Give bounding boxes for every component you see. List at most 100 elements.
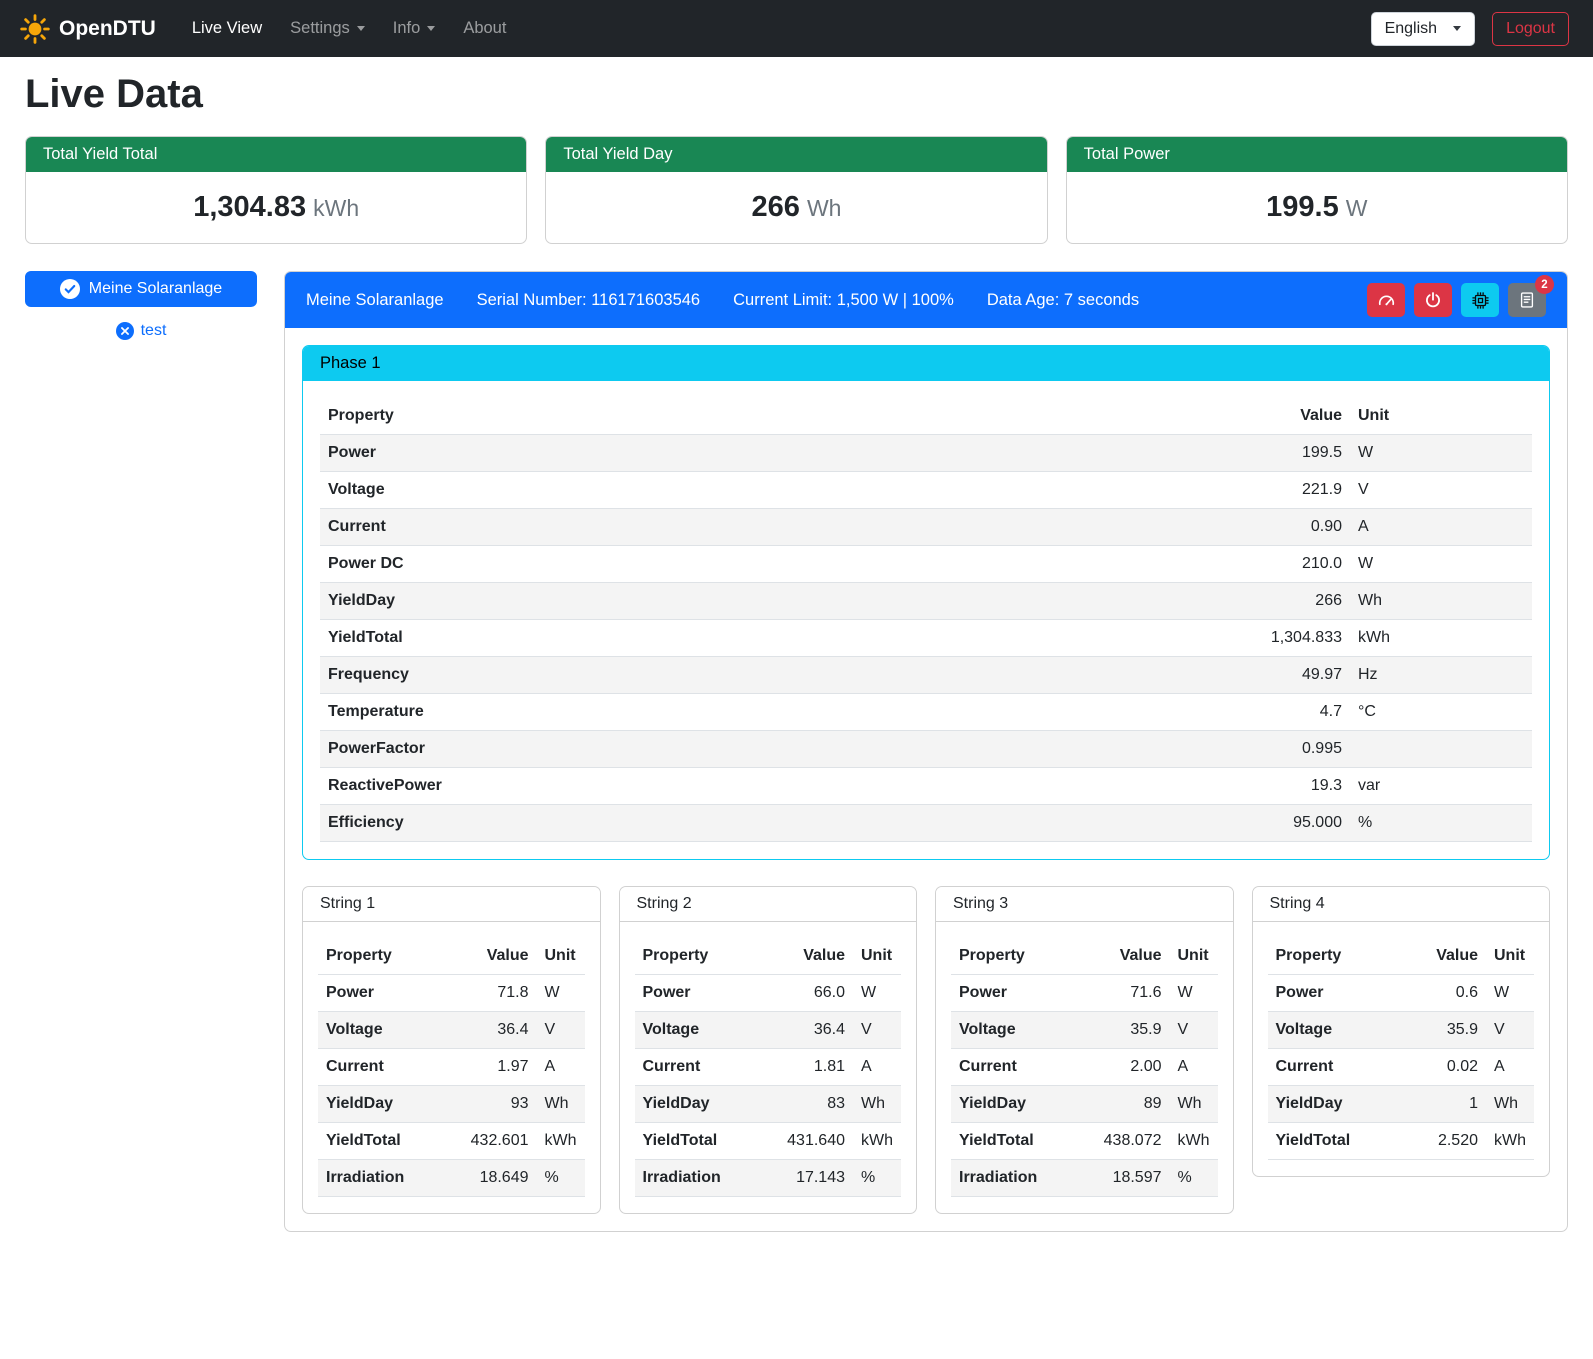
column-header-property: Property (318, 938, 441, 975)
unit-cell: °C (1350, 694, 1532, 731)
table-row: Frequency49.97Hz (320, 657, 1532, 694)
table-row: Irradiation18.597% (951, 1160, 1218, 1197)
string-table: Property Value Unit Power71.6W Voltage35… (951, 938, 1218, 1197)
gauge-icon (1377, 291, 1396, 310)
nav-info[interactable]: Info (379, 11, 450, 46)
unit-cell: kWh (1486, 1123, 1534, 1160)
unit-cell: % (853, 1160, 901, 1197)
property-cell: Power DC (320, 546, 936, 583)
value-cell: 1,304.833 (936, 620, 1350, 657)
event-log-button[interactable]: 2 (1508, 283, 1546, 317)
nav-live-view[interactable]: Live View (178, 11, 276, 46)
summary-card-title: Total Yield Total (26, 137, 526, 172)
nav-settings[interactable]: Settings (276, 11, 379, 46)
value-cell: 0.995 (936, 731, 1350, 768)
property-cell: Irradiation (951, 1160, 1074, 1197)
value-cell: 83 (757, 1086, 853, 1123)
column-header-value: Value (1074, 938, 1170, 975)
table-row: YieldTotal432.601kWh (318, 1123, 585, 1160)
summary-card-total-yield-day: Total Yield Day 266Wh (545, 136, 1047, 244)
unit-cell: V (1170, 1012, 1218, 1049)
logout-button[interactable]: Logout (1492, 12, 1569, 46)
column-header-value: Value (1401, 938, 1486, 975)
table-row: Current1.81A (635, 1049, 902, 1086)
phase-card-body: Property Value Unit Power199.5W Voltage2… (303, 381, 1549, 859)
phase-card: Phase 1 Property Value Unit (302, 345, 1550, 860)
property-cell: Efficiency (320, 805, 936, 842)
caret-down-icon (1453, 26, 1461, 31)
property-cell: YieldTotal (320, 620, 936, 657)
inverter-limit: Current Limit: 1,500 W | 100% (733, 291, 954, 310)
property-cell: Power (318, 975, 441, 1012)
unit-cell: W (1170, 975, 1218, 1012)
nav-about[interactable]: About (449, 11, 520, 46)
string-card-1: String 1 Property Value Unit (302, 886, 601, 1214)
property-cell: Voltage (320, 472, 936, 509)
table-row: ReactivePower19.3var (320, 768, 1532, 805)
property-cell: Current (635, 1049, 758, 1086)
limit-settings-button[interactable] (1367, 283, 1405, 317)
unit-cell: var (1350, 768, 1532, 805)
unit-cell: W (1350, 546, 1532, 583)
value-cell: 432.601 (441, 1123, 537, 1160)
table-row: Current0.02A (1268, 1049, 1535, 1086)
brand[interactable]: OpenDTU (12, 14, 164, 44)
summary-card-body: 266Wh (546, 172, 1046, 243)
device-info-button[interactable] (1461, 283, 1499, 317)
property-cell: Voltage (318, 1012, 441, 1049)
summary-value: 1,304.83 (193, 191, 306, 223)
property-cell: YieldDay (1268, 1086, 1401, 1123)
value-cell: 438.072 (1074, 1123, 1170, 1160)
power-button[interactable] (1414, 283, 1452, 317)
table-row: Temperature4.7°C (320, 694, 1532, 731)
property-cell: ReactivePower (320, 768, 936, 805)
value-cell: 18.597 (1074, 1160, 1170, 1197)
table-row: Power71.6W (951, 975, 1218, 1012)
column-header-property: Property (951, 938, 1074, 975)
value-cell: 1.97 (441, 1049, 537, 1086)
summary-row: Total Yield Total 1,304.83kWh Total Yiel… (25, 136, 1568, 244)
string-card-title: String 4 (1253, 887, 1550, 922)
string-card-body: Property Value Unit Power71.8W Voltage36… (303, 922, 600, 1213)
property-cell: YieldDay (318, 1086, 441, 1123)
summary-card-title: Total Yield Day (546, 137, 1046, 172)
property-cell: Power (951, 975, 1074, 1012)
inverter-serial: Serial Number: 116171603546 (477, 291, 701, 310)
table-row: Irradiation18.649% (318, 1160, 585, 1197)
property-cell: YieldTotal (951, 1123, 1074, 1160)
inverter-item-selected[interactable]: Meine Solaranlage (25, 271, 257, 307)
nav-right: English Logout (1371, 12, 1581, 46)
value-cell: 1 (1401, 1086, 1486, 1123)
language-select-value: English (1385, 20, 1437, 38)
table-row: Voltage36.4V (318, 1012, 585, 1049)
property-cell: YieldDay (320, 583, 936, 620)
column-header-property: Property (1268, 938, 1401, 975)
property-cell: PowerFactor (320, 731, 936, 768)
unit-cell: % (537, 1160, 585, 1197)
unit-cell: Wh (853, 1086, 901, 1123)
summary-card-total-yield-total: Total Yield Total 1,304.83kWh (25, 136, 527, 244)
inverter-item-test[interactable]: test (25, 322, 257, 340)
unit-cell: V (537, 1012, 585, 1049)
column-header-unit: Unit (1170, 938, 1218, 975)
table-row: Voltage35.9V (951, 1012, 1218, 1049)
sun-icon (20, 14, 50, 44)
table-row: YieldDay93Wh (318, 1086, 585, 1123)
unit-cell: kWh (1350, 620, 1532, 657)
property-cell: Power (320, 435, 936, 472)
value-cell: 0.6 (1401, 975, 1486, 1012)
value-cell: 0.02 (1401, 1049, 1486, 1086)
string-card-title: String 2 (620, 887, 917, 922)
string-table: Property Value Unit Power71.8W Voltage36… (318, 938, 585, 1197)
unit-cell: Wh (1170, 1086, 1218, 1123)
inverter-panel: Meine Solaranlage Serial Number: 1161716… (284, 271, 1568, 1232)
property-cell: Current (318, 1049, 441, 1086)
table-row: Irradiation17.143% (635, 1160, 902, 1197)
string-card-2: String 2 Property Value Unit (619, 886, 918, 1214)
unit-cell: Hz (1350, 657, 1532, 694)
column-header-property: Property (635, 938, 758, 975)
unit-cell: W (853, 975, 901, 1012)
value-cell: 93 (441, 1086, 537, 1123)
language-select[interactable]: English (1371, 12, 1475, 46)
unit-cell: W (1350, 435, 1532, 472)
